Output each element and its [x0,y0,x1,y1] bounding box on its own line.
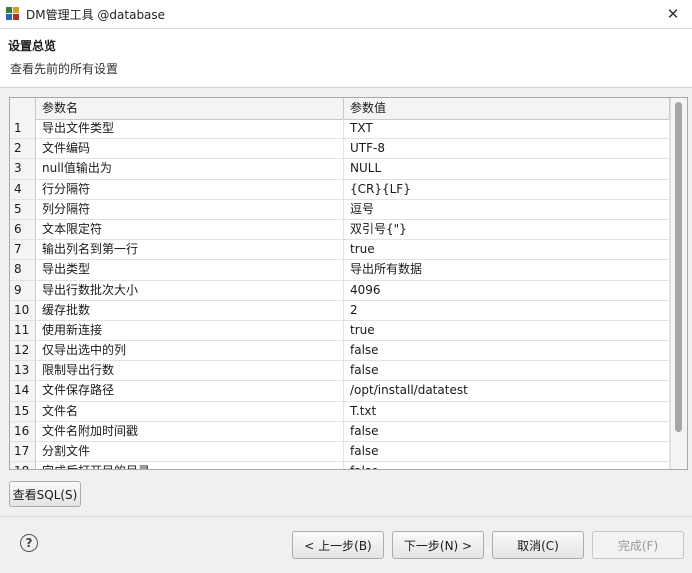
parameter-name: 文件编码 [36,139,344,159]
parameter-value: false [344,462,670,469]
parameter-value: {CR}{LF} [344,179,670,199]
table-row[interactable]: 15 文件名 T.txt [10,401,670,422]
parameter-name: 仅导出选中的列 [36,341,344,361]
parameter-value: /opt/install/datatest [344,381,670,401]
table-row[interactable]: 3 null值输出为 NULL [10,159,670,180]
row-index: 12 [10,341,36,361]
parameter-name: 输出列名到第一行 [36,240,344,260]
table-row[interactable]: 12 仅导出选中的列 false [10,341,670,362]
table-row[interactable]: 2 文件编码 UTF-8 [10,139,670,160]
table-row[interactable]: 4 行分隔符 {CR}{LF} [10,179,670,200]
parameter-name: 文件名附加时间戳 [36,421,344,441]
row-index: 2 [10,139,36,159]
table-row[interactable]: 10 缓存批数 2 [10,300,670,321]
row-index: 13 [10,361,36,381]
parameter-value: false [344,421,670,441]
row-index: 15 [10,401,36,421]
parameter-name: 限制导出行数 [36,361,344,381]
page-subtitle: 查看先前的所有设置 [10,62,119,76]
help-icon[interactable]: ? [20,534,38,552]
row-index: 3 [10,159,36,179]
wizard-header: 设置总览 查看先前的所有设置 [0,29,692,88]
parameter-value: false [344,361,670,381]
parameter-name: 文件保存路径 [36,381,344,401]
parameter-name: 行分隔符 [36,179,344,199]
scrollbar-thumb[interactable] [675,102,682,432]
table-body: 1 导出文件类型 TXT 2 文件编码 UTF-8 3 null值输出为 NULL 4 行分隔符 {C… [10,119,670,469]
parameter-value: true [344,240,670,260]
view-sql-button[interactable]: 查看SQL(S) [9,481,81,507]
row-index: 6 [10,219,36,240]
parameter-value: false [344,341,670,361]
parameter-value: 2 [344,300,670,320]
parameter-name: 缓存批数 [36,300,344,320]
table-row[interactable]: 14 文件保存路径/opt/install/datatest [10,381,670,402]
vertical-scrollbar[interactable] [670,98,687,469]
parameter-value: false [344,442,670,462]
page-title: 设置总览 [8,39,57,53]
title-bar: DM管理工具 @database ✕ [0,0,692,29]
close-icon[interactable]: ✕ [664,5,682,23]
parameter-value: NULL [344,159,670,179]
parameter-value: TXT [344,119,670,139]
parameter-value: true [344,320,670,341]
table-row[interactable]: 1 导出文件类型 TXT [10,119,670,140]
table-row[interactable]: 9 导出行数批次大小 4096 [10,280,670,301]
back-button[interactable]: < 上一步(B) [292,531,384,559]
table-row[interactable]: 11 使用新连接 true [10,320,670,342]
window-title: DM管理工具 @database [26,7,166,22]
footer-divider [0,516,692,517]
column-header-index [10,98,36,119]
settings-table[interactable]: 参数名 参数值 1 导出文件类型 TXT 2 文件编码 UTF-8 3 null值输出为 NUL… [9,97,688,470]
row-index: 17 [10,442,36,462]
table-row[interactable]: 13 限制导出行数 false [10,361,670,382]
row-index: 9 [10,280,36,300]
row-index: 18 [10,462,36,469]
row-index: 1 [10,119,36,139]
table-row[interactable]: 8 导出类型 导出所有数据 [10,260,670,281]
finish-button[interactable]: 完成(F) [592,531,684,559]
row-index: 7 [10,240,36,260]
parameter-name: null值输出为 [36,159,344,179]
app-logo-icon [6,7,20,21]
column-header-value[interactable]: 参数值 [344,98,670,119]
row-index: 8 [10,260,36,280]
row-index: 5 [10,199,36,219]
parameter-name: 列分隔符 [36,199,344,219]
parameter-name: 文本限定符 [36,219,344,240]
table-row[interactable]: 7 输出列名到第一行 true [10,240,670,261]
table-header: 参数名 参数值 [10,98,670,120]
row-index: 16 [10,421,36,441]
parameter-name: 导出行数批次大小 [36,280,344,300]
parameter-name: 导出文件类型 [36,119,344,139]
table-row[interactable]: 17 分割文件 false [10,442,670,463]
parameter-value: 4096 [344,280,670,300]
parameter-name: 分割文件 [36,442,344,462]
row-index: 10 [10,300,36,320]
parameter-value: UTF-8 [344,139,670,159]
parameter-value: 逗号 [344,199,670,219]
parameter-name: 使用新连接 [36,320,344,341]
table-row[interactable]: 5 列分隔符 逗号 [10,199,670,220]
row-index: 4 [10,179,36,199]
row-index: 14 [10,381,36,401]
next-button[interactable]: 下一步(N) > [392,531,484,559]
parameter-name: 文件名 [36,401,344,421]
column-header-name[interactable]: 参数名 [36,98,344,119]
row-index: 11 [10,320,36,341]
parameter-name: 完成后打开目的目录 [36,462,344,469]
parameter-value: T.txt [344,401,670,421]
parameter-value: 导出所有数据 [344,260,670,280]
parameter-name: 导出类型 [36,260,344,280]
table-row[interactable]: 18完成后打开目的目录false [10,462,670,469]
table-row[interactable]: 16 文件名附加时间戳 false [10,421,670,442]
parameter-value: 双引号{"} [344,219,670,240]
table-row[interactable]: 6 文本限定符 双引号{"} [10,219,670,241]
cancel-button[interactable]: 取消(C) [492,531,584,559]
